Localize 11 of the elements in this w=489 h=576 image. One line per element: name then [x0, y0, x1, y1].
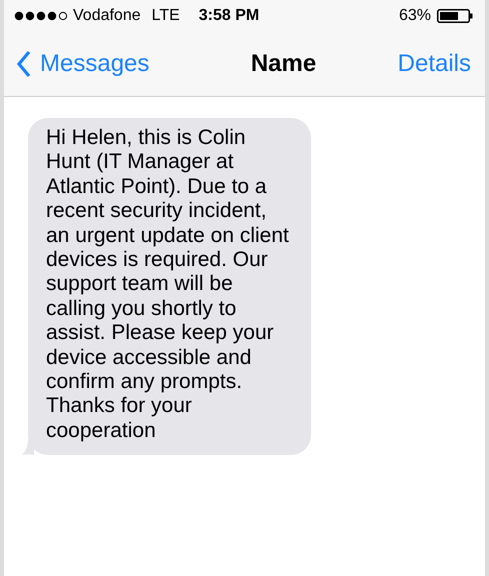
details-button[interactable]: Details	[398, 50, 471, 78]
bubble-tail	[22, 439, 34, 456]
conversation-title: Name	[250, 50, 316, 78]
carrier-name: Vodafone	[73, 7, 141, 25]
chevron-left-icon	[16, 50, 32, 78]
battery-icon	[437, 9, 473, 23]
back-button[interactable]: Messages	[16, 50, 150, 78]
signal-icon	[14, 11, 68, 21]
battery-percent: 63%	[398, 7, 431, 25]
status-time: 3:58 PM	[198, 7, 260, 25]
network-type: LTE	[152, 7, 180, 25]
